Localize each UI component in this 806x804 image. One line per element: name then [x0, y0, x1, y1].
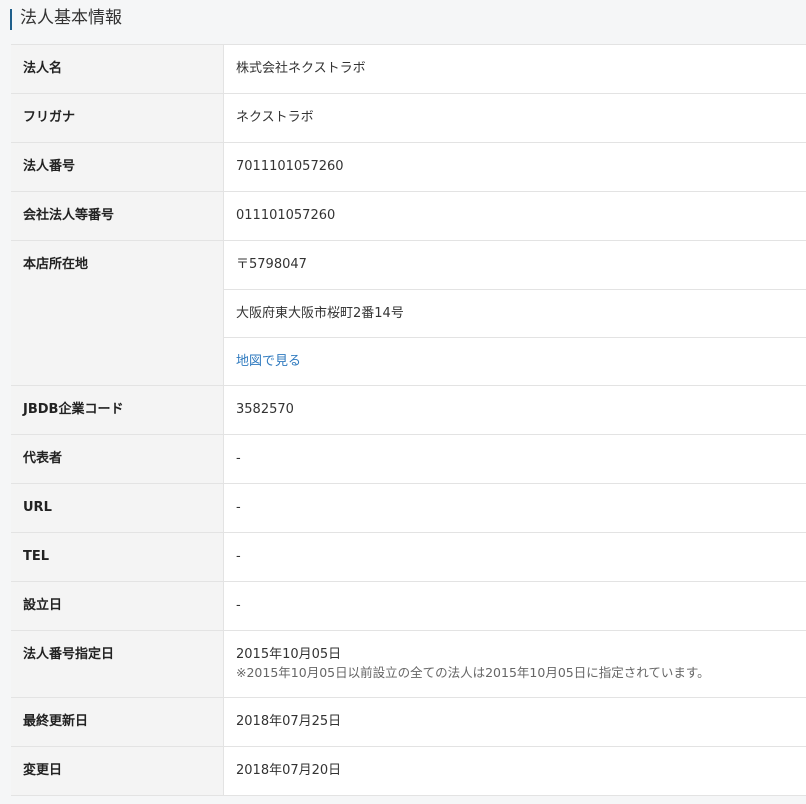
row-label: 法人名	[11, 45, 224, 93]
change-date-value: 2018年07月20日	[236, 763, 342, 778]
furigana-value: ネクストラボ	[236, 110, 314, 125]
row-url: URL -	[11, 484, 806, 533]
number-designation-date-cell: 2015年10月05日 ※2015年10月05日以前設立の全ての法人は2015年…	[224, 631, 806, 697]
representative-value: -	[236, 451, 241, 466]
row-jbdb-code: JBDB企業コード 3582570	[11, 386, 806, 435]
map-link-cell: 地図で見る	[224, 337, 806, 385]
corporate-number-value: 7011101057260	[236, 159, 344, 174]
section-title: 法人基本情報	[20, 8, 122, 28]
row-label: 本店所在地	[11, 241, 224, 385]
number-designation-note: ※2015年10月05日以前設立の全ての法人は2015年10月05日に指定されて…	[236, 665, 710, 680]
last-updated-value: 2018年07月25日	[236, 714, 342, 729]
jbdb-code-value: 3582570	[236, 402, 294, 417]
row-representative: 代表者 -	[11, 435, 806, 484]
row-head-office-address: 本店所在地 〒5798047 大阪府東大阪市桜町2番14号 地図で見る	[11, 241, 806, 386]
row-label: 設立日	[11, 582, 224, 630]
row-corporate-number: 法人番号 7011101057260	[11, 143, 806, 192]
number-designation-date-value: 2015年10月05日	[236, 647, 342, 662]
row-label: 代表者	[11, 435, 224, 483]
row-label: 最終更新日	[11, 698, 224, 746]
map-link[interactable]: 地図で見る	[236, 354, 301, 369]
row-corporate-name: 法人名 株式会社ネクストラボ	[11, 45, 806, 94]
row-last-updated: 最終更新日 2018年07月25日	[11, 698, 806, 747]
corporate-info-table: 法人名 株式会社ネクストラボ フリガナ ネクストラボ 法人番号 70111010…	[11, 44, 806, 796]
tel-value: -	[236, 549, 241, 564]
url-value: -	[236, 500, 241, 515]
row-company-registration-number: 会社法人等番号 011101057260	[11, 192, 806, 241]
section-header: 法人基本情報	[0, 0, 806, 37]
row-number-designation-date: 法人番号指定日 2015年10月05日 ※2015年10月05日以前設立の全ての…	[11, 631, 806, 698]
row-label: 法人番号	[11, 143, 224, 191]
row-change-date: 変更日 2018年07月20日	[11, 747, 806, 796]
row-tel: TEL -	[11, 533, 806, 582]
established-date-value: -	[236, 598, 241, 613]
row-label: JBDB企業コード	[11, 386, 224, 434]
row-furigana: フリガナ ネクストラボ	[11, 94, 806, 143]
address-value: 大阪府東大阪市桜町2番14号	[224, 289, 806, 337]
row-established-date: 設立日 -	[11, 582, 806, 631]
postal-code-value: 〒5798047	[236, 257, 307, 272]
company-registration-number-value: 011101057260	[236, 208, 336, 223]
corporate-name-value: 株式会社ネクストラボ	[236, 61, 366, 76]
row-label: URL	[11, 484, 224, 532]
row-label: フリガナ	[11, 94, 224, 142]
row-label: TEL	[11, 533, 224, 581]
row-label: 変更日	[11, 747, 224, 795]
row-label: 法人番号指定日	[11, 631, 224, 697]
section-header-accent-bar	[10, 9, 12, 30]
row-label: 会社法人等番号	[11, 192, 224, 240]
